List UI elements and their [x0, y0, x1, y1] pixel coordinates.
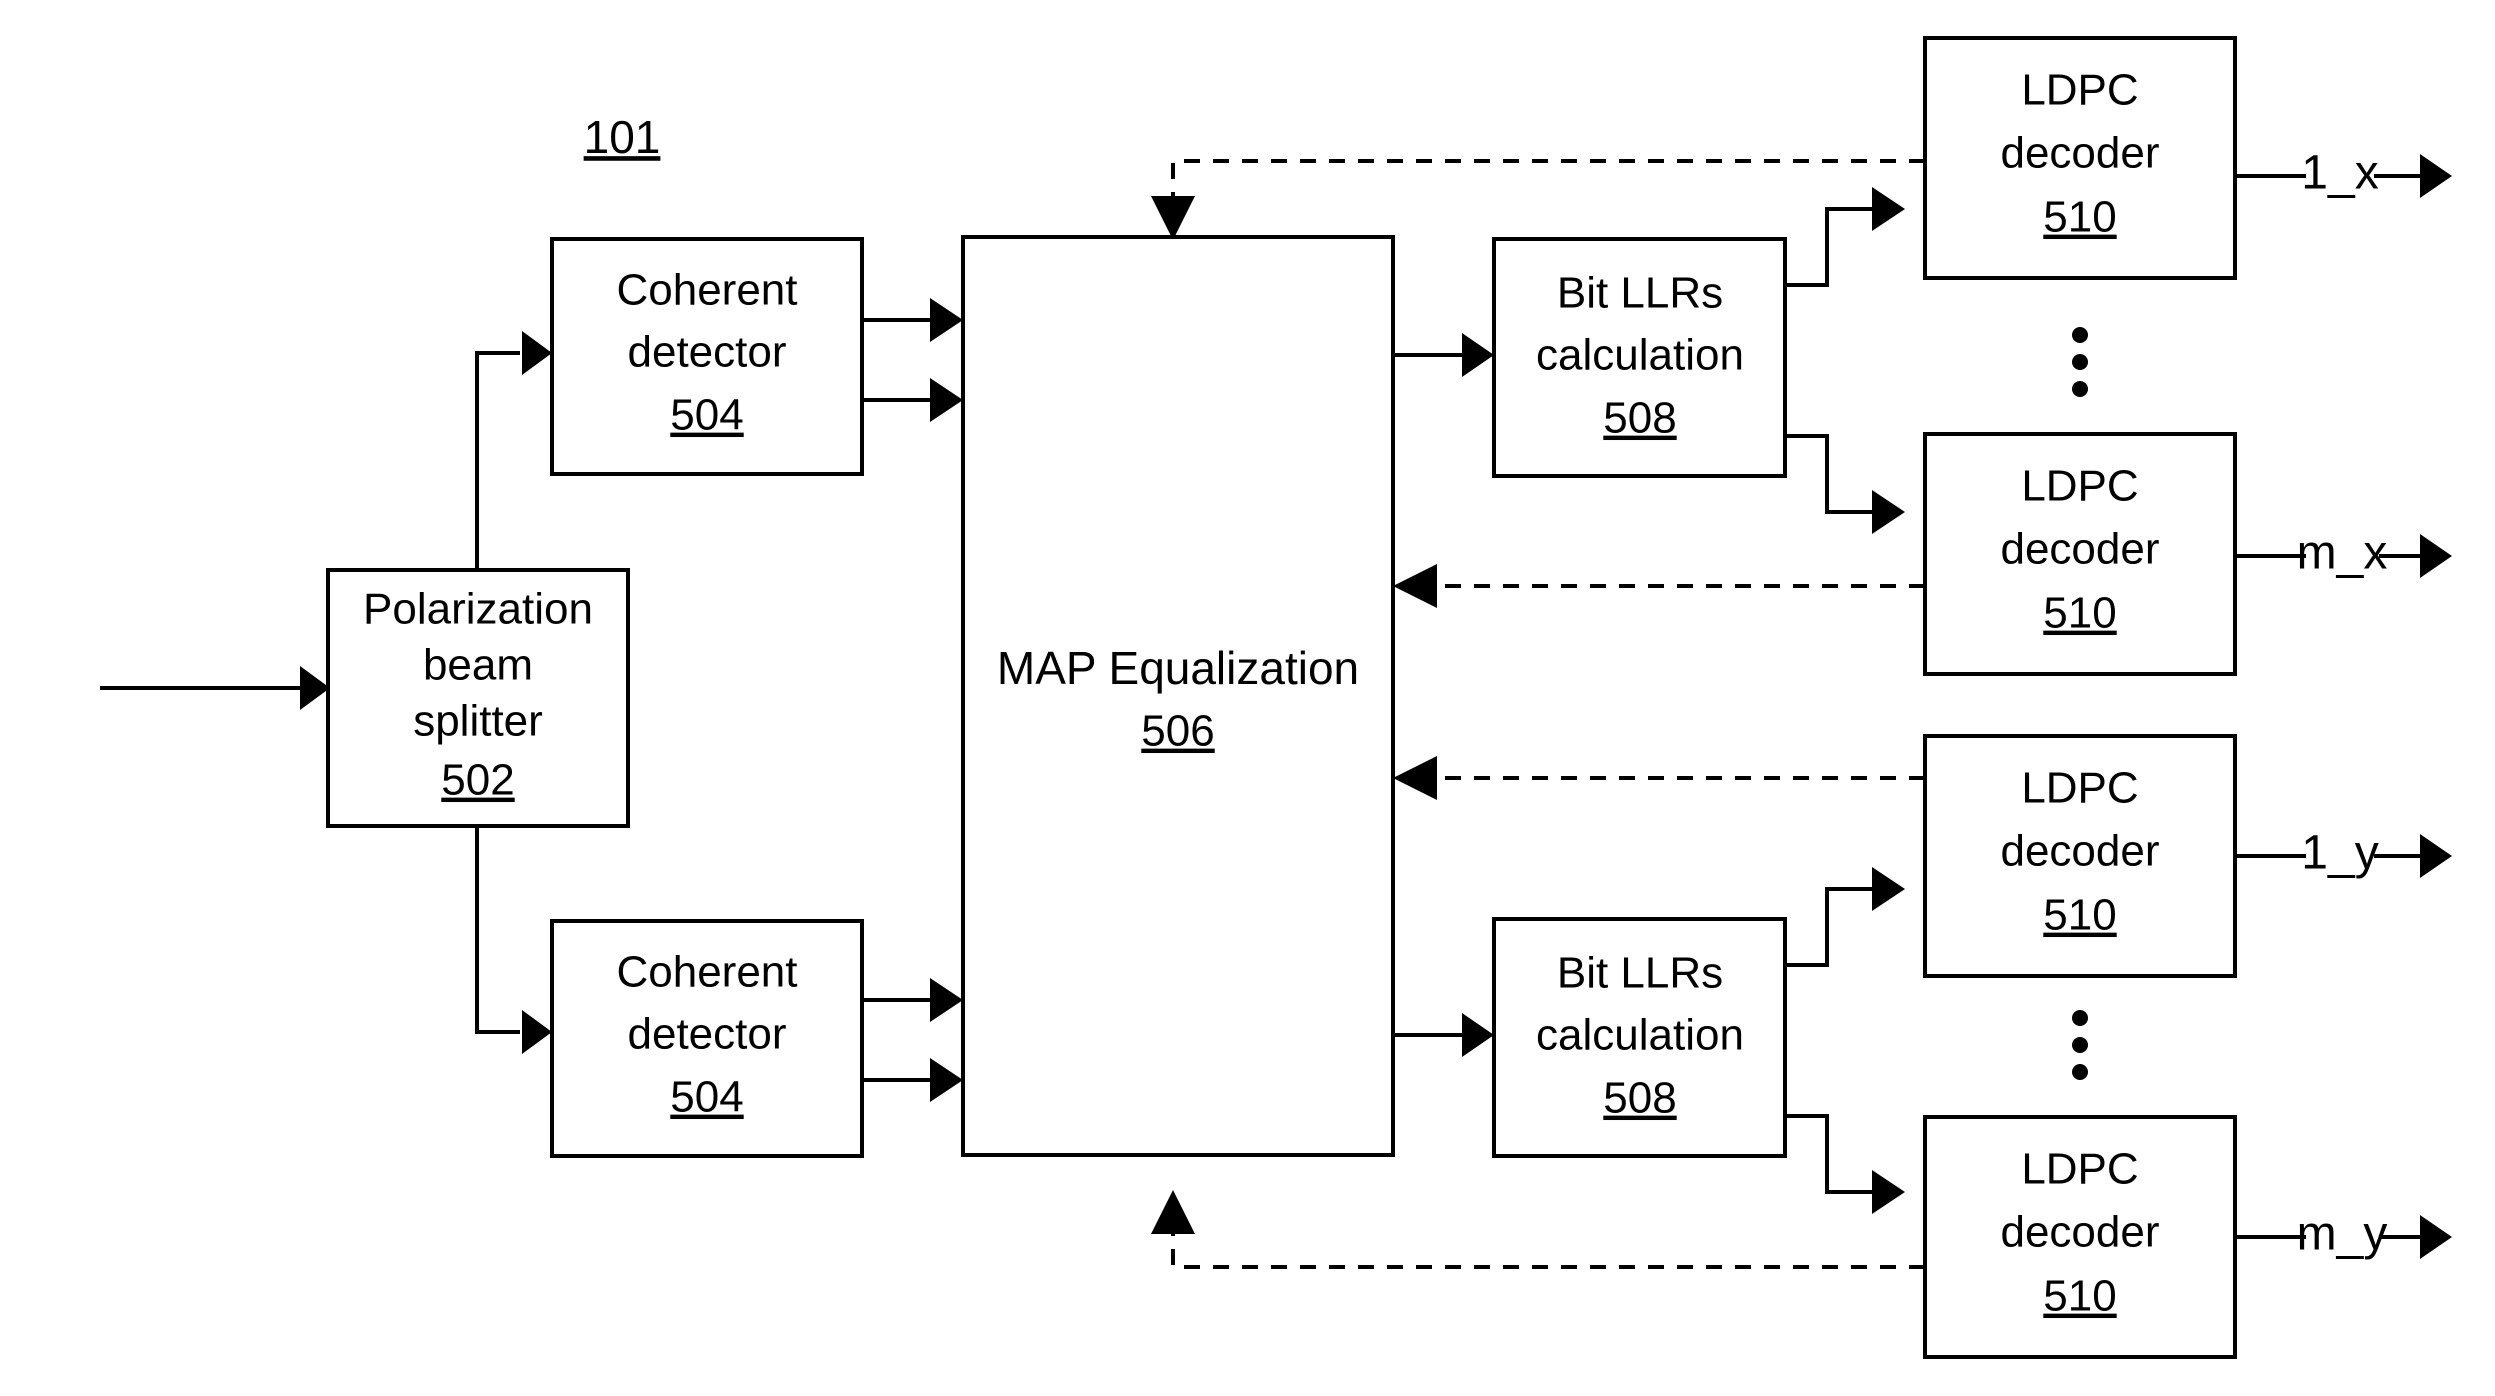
- connector-input-to-pbs: [100, 666, 330, 710]
- connector-bitllrs-bottom-to-ldpc-my: [1785, 1114, 1905, 1214]
- block-label-line: decoder: [2000, 525, 2159, 574]
- block-ref-number: 508: [1603, 1074, 1676, 1123]
- block-ref-number: 510: [2043, 589, 2116, 638]
- feedback-ldpc-mx-to-map: [1393, 564, 1925, 608]
- block-bit-llrs-bottom[interactable]: Bit LLRs calculation 508: [1492, 917, 1787, 1158]
- figure-reference-label: 101: [584, 111, 661, 163]
- block-label-line: LDPC: [2021, 462, 2138, 511]
- figure-canvas: Polarization beam splitter 502 Coherent …: [0, 0, 2495, 1396]
- block-label-line: beam: [423, 641, 533, 690]
- block-ref-number: 510: [2043, 891, 2116, 940]
- block-label-line: Polarization: [363, 585, 593, 634]
- feedback-ldpc-my-to-map: [1151, 1190, 1925, 1269]
- block-label-line: decoder: [2000, 1208, 2159, 1257]
- block-bit-llrs-top[interactable]: Bit LLRs calculation 508: [1492, 237, 1787, 478]
- block-label-line: Coherent: [616, 266, 797, 315]
- block-label-line: detector: [628, 328, 787, 377]
- block-polarization-beam-splitter[interactable]: Polarization beam splitter 502: [326, 568, 630, 828]
- block-ldpc-decoder-1x[interactable]: LDPC decoder 510: [1923, 36, 2237, 280]
- connector-map-to-bitllrs-bottom: [1393, 1013, 1494, 1057]
- output-label-1y: 1_y: [2301, 827, 2378, 880]
- block-ldpc-decoder-mx[interactable]: LDPC decoder 510: [1923, 432, 2237, 676]
- block-label-line: decoder: [2000, 129, 2159, 178]
- connector-map-to-bitllrs-top: [1393, 333, 1494, 377]
- connector-bitllrs-top-to-ldpc-1x: [1785, 187, 1905, 287]
- block-label-line: Bit LLRs: [1557, 949, 1723, 998]
- block-label-line: MAP Equalization: [997, 642, 1359, 694]
- block-label-line: LDPC: [2021, 1145, 2138, 1194]
- block-label-line: Coherent: [616, 948, 797, 997]
- connector-detector-bottom-to-map: [862, 978, 963, 1102]
- output-label-my: m_y: [2297, 1208, 2388, 1261]
- block-label-line: decoder: [2000, 827, 2159, 876]
- feedback-ldpc-1y-to-map: [1393, 756, 1925, 800]
- block-label-line: Bit LLRs: [1557, 269, 1723, 318]
- block-label-line: calculation: [1536, 331, 1744, 380]
- ellipsis-y-decoders: [2072, 1010, 2088, 1080]
- connector-bitllrs-top-to-ldpc-mx: [1785, 434, 1905, 534]
- connector-detector-top-to-map: [862, 298, 963, 422]
- connector-pbs-to-detector-top: [475, 331, 552, 570]
- block-label-line: LDPC: [2021, 764, 2138, 813]
- block-map-equalization[interactable]: MAP Equalization 506: [961, 235, 1395, 1157]
- block-ref-number: 508: [1603, 394, 1676, 443]
- block-label-line: LDPC: [2021, 66, 2138, 115]
- block-ref-number: 510: [2043, 193, 2116, 242]
- block-label-line: splitter: [413, 697, 543, 746]
- block-ref-number: 510: [2043, 1272, 2116, 1321]
- block-label-line: calculation: [1536, 1011, 1744, 1060]
- block-ldpc-decoder-1y[interactable]: LDPC decoder 510: [1923, 734, 2237, 978]
- output-label-1x: 1_x: [2301, 147, 2378, 200]
- block-ldpc-decoder-my[interactable]: LDPC decoder 510: [1923, 1115, 2237, 1359]
- feedback-ldpc-1x-to-map: [1151, 159, 1925, 240]
- ellipsis-x-decoders: [2072, 327, 2088, 397]
- connector-pbs-to-detector-bottom: [475, 826, 552, 1054]
- block-ref-number: 506: [1141, 707, 1214, 756]
- block-ref-number: 502: [441, 756, 514, 805]
- block-coherent-detector-top[interactable]: Coherent detector 504: [550, 237, 864, 476]
- block-coherent-detector-bottom[interactable]: Coherent detector 504: [550, 919, 864, 1158]
- block-diagram: Polarization beam splitter 502 Coherent …: [100, 36, 2452, 1359]
- connector-bitllrs-bottom-to-ldpc-1y: [1785, 867, 1905, 967]
- block-label-line: detector: [628, 1010, 787, 1059]
- output-label-mx: m_x: [2297, 527, 2388, 580]
- block-ref-number: 504: [670, 1073, 743, 1122]
- block-ref-number: 504: [670, 391, 743, 440]
